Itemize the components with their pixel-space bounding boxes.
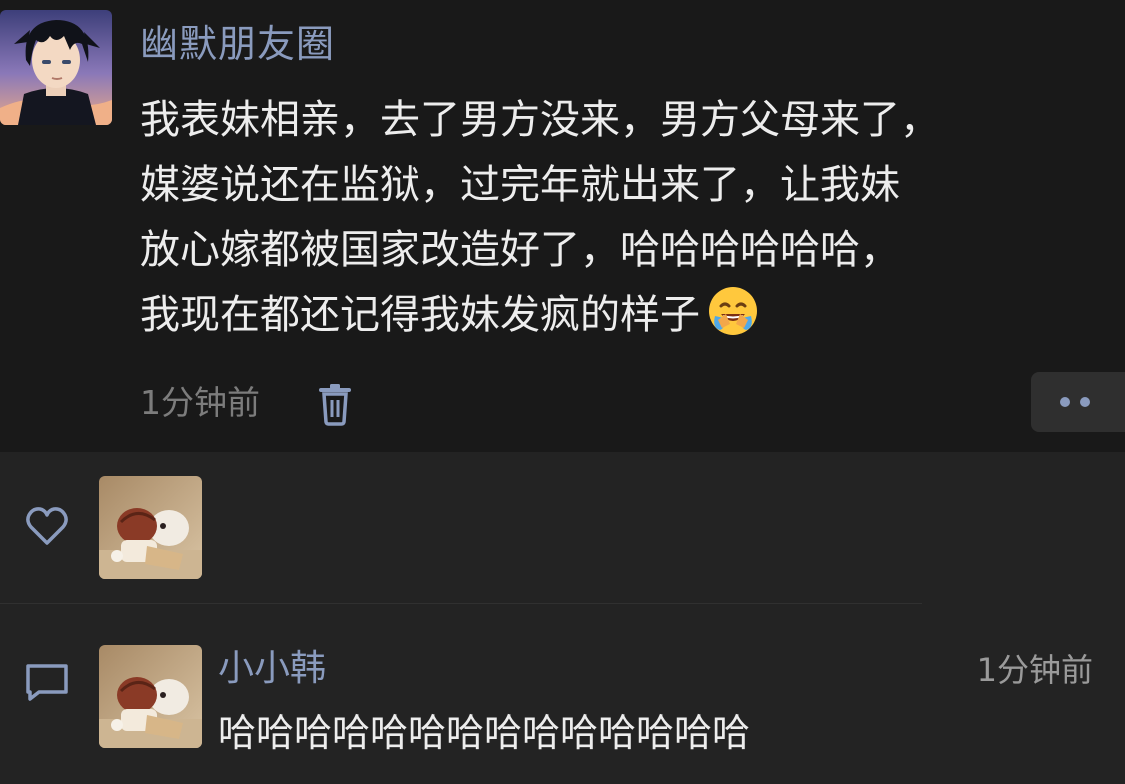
post-time: 1分钟前 [140,383,260,422]
comment-time: 1分钟前 [976,651,1093,689]
post-text-line-last: 我现在都还记得我妹发疯的样子 [140,283,1115,348]
post: 幽默朋友圈 我表妹相亲，去了男方没来，男方父母来了， 媒婆说还在监狱，过完年就出… [0,0,1125,452]
liker-avatar[interactable] [99,476,202,579]
comment-icon[interactable] [23,661,71,703]
figurine-avatar-image [99,476,202,579]
more-button[interactable] [1031,372,1125,432]
divider [0,603,922,604]
author-avatar[interactable] [0,10,112,125]
commenter-name[interactable]: 小小韩 [218,641,326,697]
commenter-avatar[interactable] [99,645,202,748]
more-dots-icon [1060,397,1070,407]
author-name[interactable]: 幽默朋友圈 [140,14,335,74]
laughing-crying-emoji-icon [709,287,757,335]
post-text-line: 我表妹相亲，去了男方没来，男方父母来了， [140,97,940,143]
post-text: 我表妹相亲，去了男方没来，男方父母来了， 媒婆说还在监狱，过完年就出来了，让我妹… [140,88,1115,348]
post-text-line: 我现在都还记得我妹发疯的样子 [140,292,700,338]
post-text-line: 放心嫁都被国家改造好了，哈哈哈哈哈哈， [140,227,900,273]
heart-icon[interactable] [24,505,70,547]
moments-post-page: 幽默朋友圈 我表妹相亲，去了男方没来，男方父母来了， 媒婆说还在监狱，过完年就出… [0,0,1125,784]
trash-icon[interactable] [316,382,354,426]
more-dots-icon [1080,397,1090,407]
anime-avatar-image [0,10,112,125]
post-text-line: 媒婆说还在监狱，过完年就出来了，让我妹 [140,162,900,208]
comment-text[interactable]: 哈哈哈哈哈哈哈哈哈哈哈哈哈哈 [218,704,750,762]
figurine-avatar-image [99,645,202,748]
